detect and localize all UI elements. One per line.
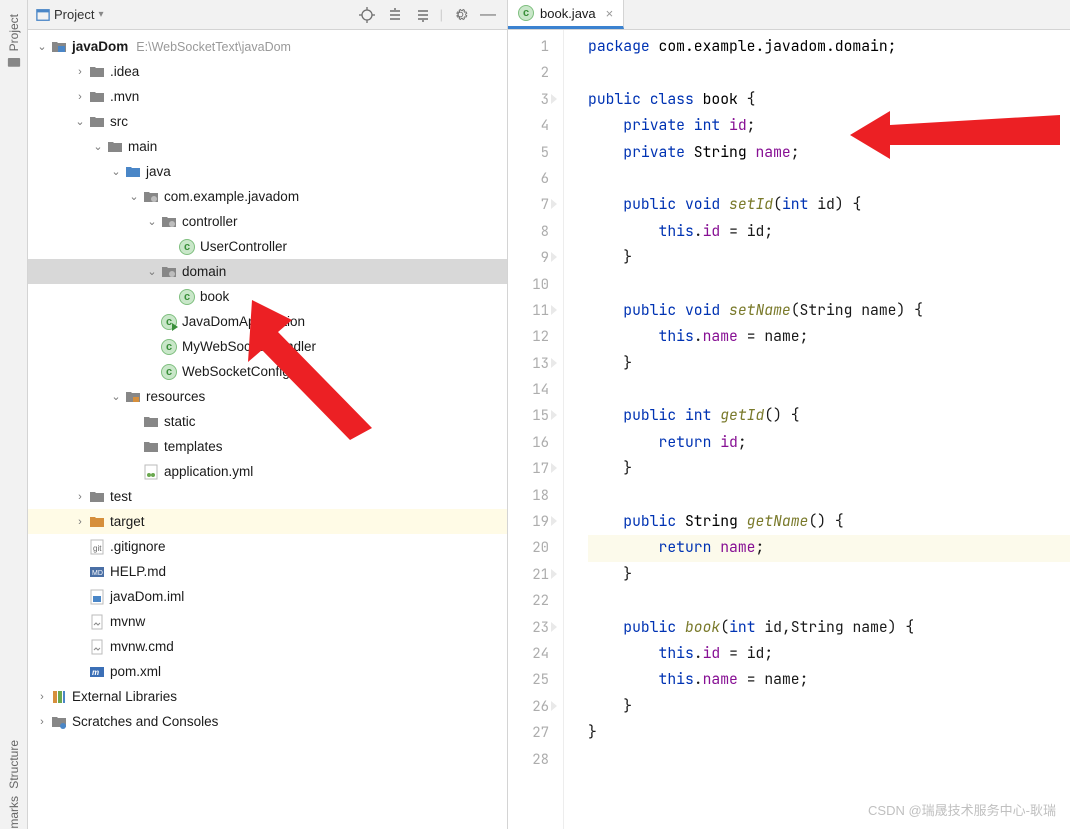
line-gutter: 1234567891011121314151617181920212223242… [508, 30, 564, 829]
svg-text:git: git [93, 544, 102, 553]
tree-item-help-md[interactable]: MDHELP.md [28, 559, 507, 584]
code-content[interactable]: package com.example.javadom.domain; publ… [564, 30, 1070, 829]
code-line-17[interactable]: } [588, 456, 1070, 482]
code-line-5[interactable]: private String name; [588, 140, 1070, 166]
tree-item-domain[interactable]: ⌄domain [28, 259, 507, 284]
watermark-text: CSDN @瑞晟技术服务中心-耿瑞 [868, 800, 1056, 819]
editor-area: c book.java × 12345678910111213141516171… [508, 0, 1070, 829]
external-libraries[interactable]: ›External Libraries [28, 684, 507, 709]
class-icon: c [518, 5, 534, 21]
dropdown-arrow-icon[interactable]: ▾ [98, 9, 103, 20]
code-line-11[interactable]: public void setName(String name) { [588, 298, 1070, 324]
code-line-28[interactable] [588, 747, 1070, 773]
tree-item-com-example-javadom[interactable]: ⌄com.example.javadom [28, 184, 507, 209]
code-line-7[interactable]: public void setId(int id) { [588, 192, 1070, 218]
code-line-2[interactable] [588, 60, 1070, 86]
project-panel-header: Project ▾ | — [28, 0, 507, 30]
tree-item-book[interactable]: cbook [28, 284, 507, 309]
collapse-all-icon[interactable] [412, 4, 434, 26]
svg-text:m: m [92, 668, 99, 677]
tree-item-usercontroller[interactable]: cUserController [28, 234, 507, 259]
structure-tool-button[interactable]: Structure [7, 740, 21, 789]
code-line-3[interactable]: public class book { [588, 87, 1070, 113]
hide-panel-icon[interactable]: — [477, 4, 499, 26]
tree-item-test[interactable]: ›test [28, 484, 507, 509]
tree-item-target[interactable]: ›target [28, 509, 507, 534]
tree-item-mvnw-cmd[interactable]: mvnw.cmd [28, 634, 507, 659]
code-line-18[interactable] [588, 483, 1070, 509]
tree-item-controller[interactable]: ⌄controller [28, 209, 507, 234]
code-line-16[interactable]: return id; [588, 430, 1070, 456]
code-line-6[interactable] [588, 166, 1070, 192]
tree-item-mywebsockethandler[interactable]: cMyWebSocketHandler [28, 334, 507, 359]
tree-item-resources[interactable]: ⌄resources [28, 384, 507, 409]
code-line-13[interactable]: } [588, 351, 1070, 377]
code-line-8[interactable]: this.id = id; [588, 219, 1070, 245]
expand-all-icon[interactable] [384, 4, 406, 26]
code-line-19[interactable]: public String getName() { [588, 509, 1070, 535]
bookmarks-tool-button[interactable]: marks [7, 796, 21, 829]
locate-icon[interactable] [356, 4, 378, 26]
code-line-26[interactable]: } [588, 694, 1070, 720]
scratches-and-consoles[interactable]: ›Scratches and Consoles [28, 709, 507, 734]
tree-item-java[interactable]: ⌄java [28, 159, 507, 184]
project-view-icon [36, 8, 50, 22]
panel-title: Project [54, 7, 94, 22]
tree-item-application-yml[interactable]: application.yml [28, 459, 507, 484]
code-editor[interactable]: 1234567891011121314151617181920212223242… [508, 30, 1070, 829]
tree-item--mvn[interactable]: ›.mvn [28, 84, 507, 109]
project-tool-button[interactable]: Project [7, 14, 21, 69]
tree-item-main[interactable]: ⌄main [28, 134, 507, 159]
left-tool-strip: Project Structure marks [0, 0, 28, 829]
tree-item-mvnw[interactable]: mvnw [28, 609, 507, 634]
code-line-25[interactable]: this.name = name; [588, 667, 1070, 693]
code-line-22[interactable] [588, 588, 1070, 614]
code-line-21[interactable]: } [588, 562, 1070, 588]
code-line-14[interactable] [588, 377, 1070, 403]
code-line-10[interactable] [588, 272, 1070, 298]
settings-gear-icon[interactable] [449, 4, 471, 26]
tree-item-static[interactable]: static [28, 409, 507, 434]
tree-item-templates[interactable]: templates [28, 434, 507, 459]
tree-item-javadom-iml[interactable]: javaDom.iml [28, 584, 507, 609]
code-line-4[interactable]: private int id; [588, 113, 1070, 139]
code-line-24[interactable]: this.id = id; [588, 641, 1070, 667]
code-line-1[interactable]: package com.example.javadom.domain; [588, 34, 1070, 60]
tree-item-websocketconfig[interactable]: cWebSocketConfig [28, 359, 507, 384]
tree-item--idea[interactable]: ›.idea [28, 59, 507, 84]
tree-item-src[interactable]: ⌄src [28, 109, 507, 134]
code-line-27[interactable]: } [588, 720, 1070, 746]
code-line-23[interactable]: public book(int id,String name) { [588, 615, 1070, 641]
close-tab-icon[interactable]: × [606, 6, 614, 21]
editor-tab-bar: c book.java × [508, 0, 1070, 30]
tree-root[interactable]: ⌄javaDomE:\WebSocketText\javaDom [28, 34, 507, 59]
code-line-20[interactable]: return name; [588, 535, 1070, 561]
project-tree[interactable]: ⌄javaDomE:\WebSocketText\javaDom›.idea›.… [28, 30, 507, 829]
code-line-15[interactable]: public int getId() { [588, 403, 1070, 429]
tab-filename: book.java [540, 6, 596, 21]
project-panel: Project ▾ | — ⌄javaDomE:\WebSocketText\j… [28, 0, 508, 829]
code-line-9[interactable]: } [588, 245, 1070, 271]
tree-item--gitignore[interactable]: git.gitignore [28, 534, 507, 559]
tree-item-javadomapplication[interactable]: cJavaDomApplication [28, 309, 507, 334]
tree-item-pom-xml[interactable]: mpom.xml [28, 659, 507, 684]
svg-text:MD: MD [92, 570, 103, 577]
tab-book-java[interactable]: c book.java × [508, 0, 624, 29]
code-line-12[interactable]: this.name = name; [588, 324, 1070, 350]
